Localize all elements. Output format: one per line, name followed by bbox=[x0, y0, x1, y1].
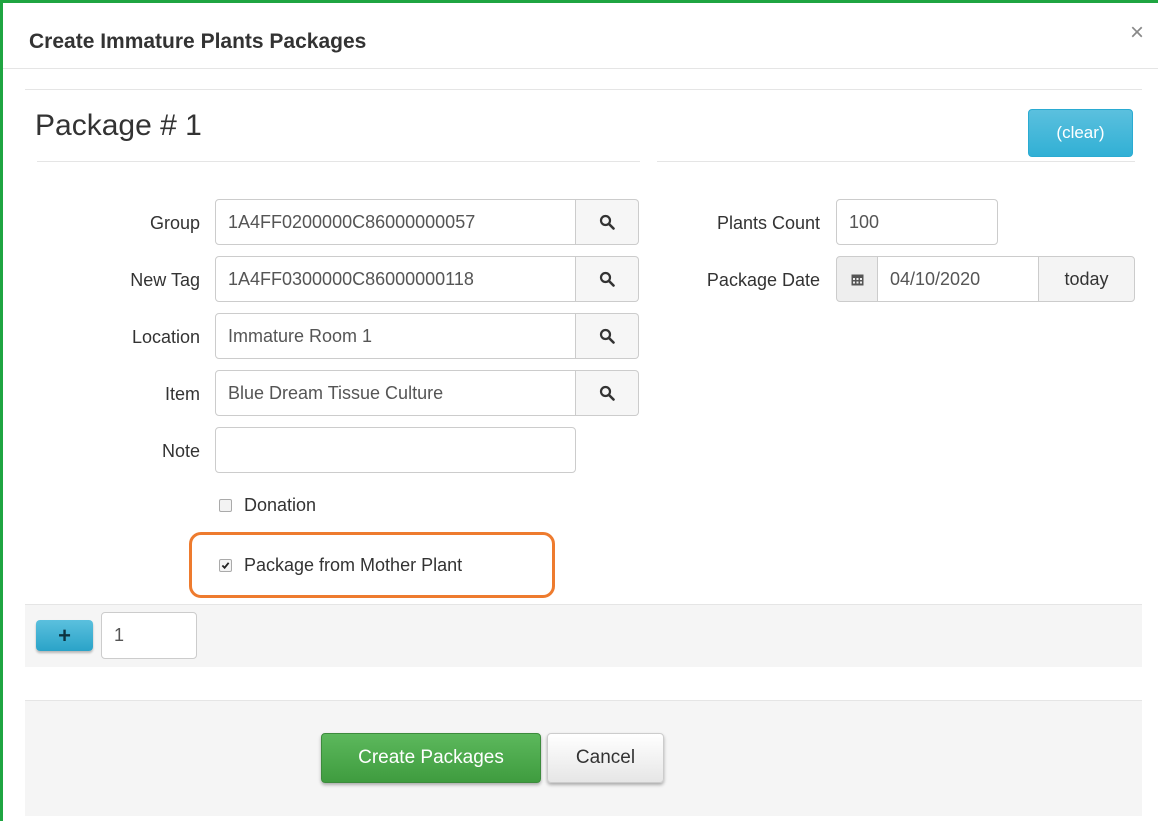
group-input[interactable]: 1A4FF0200000C86000000057 bbox=[215, 199, 576, 245]
item-label: Item bbox=[164, 384, 200, 404]
modal-header: Create Immature Plants Packages × bbox=[3, 3, 1158, 69]
group-label: Group bbox=[149, 213, 200, 233]
clear-button[interactable]: (clear) bbox=[1028, 109, 1133, 157]
search-icon bbox=[599, 271, 615, 287]
plants-count-input[interactable]: 100 bbox=[836, 199, 998, 245]
calendar-icon bbox=[851, 274, 863, 285]
note-label: Note bbox=[161, 441, 200, 461]
donation-label: Donation bbox=[244, 495, 317, 515]
calendar-icon-addon[interactable] bbox=[836, 256, 878, 302]
cancel-button[interactable]: Cancel bbox=[547, 733, 664, 783]
package-count-input[interactable]: 1 bbox=[101, 612, 197, 659]
search-icon bbox=[599, 214, 615, 230]
checkmark-icon bbox=[221, 562, 230, 570]
close-icon[interactable]: × bbox=[1130, 21, 1144, 45]
modal-footer: Create Packages Cancel bbox=[25, 700, 1142, 816]
from-mother-label: Package from Mother Plant bbox=[244, 555, 463, 575]
item-search-button[interactable] bbox=[576, 370, 639, 416]
today-button[interactable]: today bbox=[1038, 256, 1135, 302]
location-search-button[interactable] bbox=[576, 313, 639, 359]
from-mother-checkbox[interactable] bbox=[219, 559, 232, 572]
modal-title: Create Immature Plants Packages bbox=[29, 30, 367, 53]
donation-checkbox-row[interactable]: Donation bbox=[219, 495, 316, 516]
note-input[interactable] bbox=[215, 427, 576, 473]
group-search-button[interactable] bbox=[576, 199, 639, 245]
new-tag-label: New Tag bbox=[130, 270, 200, 290]
location-label: Location bbox=[131, 327, 200, 347]
plants-count-label: Plants Count bbox=[716, 213, 820, 233]
package-date-label: Package Date bbox=[706, 270, 820, 290]
new-tag-input[interactable]: 1A4FF0300000C86000000118 bbox=[215, 256, 576, 302]
package-date-input[interactable]: 04/10/2020 bbox=[877, 256, 1039, 302]
from-mother-checkbox-row[interactable]: Package from Mother Plant bbox=[219, 555, 462, 576]
add-package-button[interactable]: + bbox=[36, 620, 93, 651]
divider bbox=[25, 89, 1142, 90]
location-input[interactable]: Immature Room 1 bbox=[215, 313, 576, 359]
divider bbox=[37, 161, 640, 162]
package-panel: Package # 1 (clear) Group 1A4FF0200000C8… bbox=[25, 89, 1142, 667]
package-heading: Package # 1 bbox=[35, 109, 202, 142]
new-tag-search-button[interactable] bbox=[576, 256, 639, 302]
search-icon bbox=[599, 385, 615, 401]
donation-checkbox[interactable] bbox=[219, 499, 232, 512]
search-icon bbox=[599, 328, 615, 344]
divider bbox=[657, 161, 1135, 162]
create-packages-button[interactable]: Create Packages bbox=[321, 733, 541, 783]
item-input[interactable]: Blue Dream Tissue Culture bbox=[215, 370, 576, 416]
